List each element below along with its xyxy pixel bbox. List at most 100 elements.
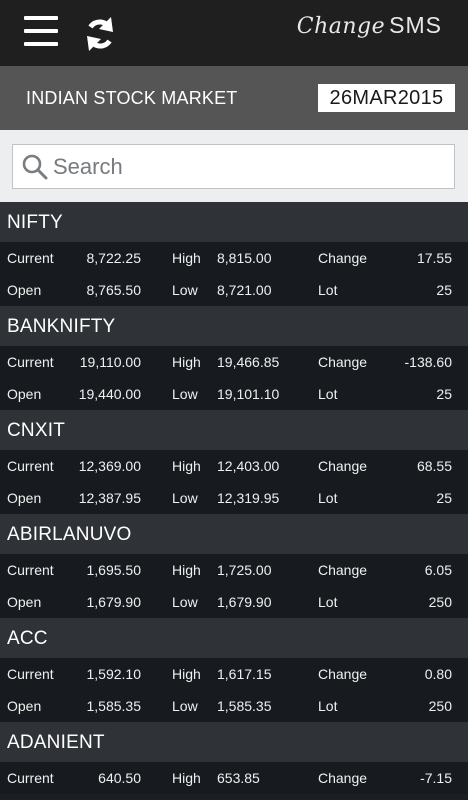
stock-row-open: Open 1,585.35 Low 1,585.35 Lot 250 xyxy=(0,690,468,722)
lot-label: Lot xyxy=(318,282,338,298)
lot-value: 25 xyxy=(436,282,452,298)
stock-item[interactable]: CNXIT Current 12,369.00 High 12,403.00 C… xyxy=(0,410,468,514)
current-value: 1,695.50 xyxy=(86,562,142,578)
change-label: Change xyxy=(318,250,368,266)
change-label: Change xyxy=(318,354,368,370)
low-label: Low xyxy=(172,594,198,610)
current-value: 640.50 xyxy=(98,770,141,786)
open-label: Open xyxy=(7,698,42,714)
brand-sms-text: SMS xyxy=(389,12,442,38)
change-label: Change xyxy=(318,770,368,786)
open-value: 1,585.35 xyxy=(86,698,142,714)
stock-name: ABIRLANUVO xyxy=(0,514,468,554)
open-label: Open xyxy=(7,282,42,298)
search-icon xyxy=(22,154,48,180)
stock-name: CNXIT xyxy=(0,410,468,450)
current-value: 19,110.00 xyxy=(79,354,141,370)
current-label: Current xyxy=(7,250,54,266)
stock-row-current: Current 1,695.50 High 1,725.00 Change 6.… xyxy=(0,554,468,586)
low-value: 1,585.35 xyxy=(217,698,272,714)
current-label: Current xyxy=(7,666,54,682)
lot-value: 25 xyxy=(436,386,452,402)
change-value: 6.05 xyxy=(424,562,452,578)
open-value: 8,765.50 xyxy=(86,282,142,298)
stock-row-current: Current 8,722.25 High 8,815.00 Change 17… xyxy=(0,242,468,274)
lot-value: 250 xyxy=(428,594,452,610)
current-label: Current xyxy=(7,458,54,474)
current-value: 1,592.10 xyxy=(86,666,142,682)
high-value: 12,403.00 xyxy=(217,458,280,474)
open-value: 19,440.00 xyxy=(78,386,141,402)
high-value: 19,466.85 xyxy=(217,354,280,370)
high-label: High xyxy=(172,458,201,474)
menu-icon[interactable] xyxy=(24,16,60,50)
open-label: Open xyxy=(7,594,42,610)
stock-name: BANKNIFTY xyxy=(0,306,468,346)
open-value: 1,679.90 xyxy=(86,594,142,610)
low-value: 19,101.10 xyxy=(217,386,280,402)
current-label: Current xyxy=(7,354,54,370)
current-label: Current xyxy=(7,562,54,578)
current-value: 8,722.25 xyxy=(86,250,142,266)
app-bar: Change SMS xyxy=(0,0,468,66)
high-value: 1,617.15 xyxy=(217,666,272,682)
stock-item[interactable]: NIFTY Current 8,722.25 High 8,815.00 Cha… xyxy=(0,202,468,306)
stock-name: ADANIENT xyxy=(0,722,468,762)
high-label: High xyxy=(172,562,201,578)
stock-list: NIFTY Current 8,722.25 High 8,815.00 Cha… xyxy=(0,202,468,800)
low-value: 12,319.95 xyxy=(217,490,280,506)
low-label: Low xyxy=(172,282,198,298)
high-label: High xyxy=(172,770,201,786)
stock-row-open: Open 19,440.00 Low 19,101.10 Lot 25 xyxy=(0,378,468,410)
change-value: 68.55 xyxy=(416,458,452,474)
high-value: 1,725.00 xyxy=(217,562,272,578)
change-label: Change xyxy=(318,562,368,578)
stock-item[interactable]: ADANIENT Current 640.50 High 653.85 Chan… xyxy=(0,722,468,800)
search-bar xyxy=(0,130,468,202)
open-value: 12,387.95 xyxy=(78,490,141,506)
change-value: -7.15 xyxy=(420,770,452,786)
stock-item[interactable]: ACC Current 1,592.10 High 1,617.15 Chang… xyxy=(0,618,468,722)
change-label: Change xyxy=(318,666,368,682)
search-field[interactable] xyxy=(12,144,455,189)
open-label: Open xyxy=(7,386,42,402)
high-label: High xyxy=(172,666,201,682)
high-value: 8,815.00 xyxy=(217,250,272,266)
stock-name: ACC xyxy=(0,618,468,658)
stock-name: NIFTY xyxy=(0,202,468,242)
low-label: Low xyxy=(172,490,198,506)
high-value: 653.85 xyxy=(217,770,260,786)
change-value: 0.80 xyxy=(424,666,452,682)
change-value: -138.60 xyxy=(404,354,452,370)
lot-label: Lot xyxy=(318,698,338,714)
current-label: Current xyxy=(7,770,54,786)
stock-item[interactable]: ABIRLANUVO Current 1,695.50 High 1,725.0… xyxy=(0,514,468,618)
open-label: Open xyxy=(7,490,42,506)
lot-value: 250 xyxy=(428,698,452,714)
refresh-icon[interactable] xyxy=(80,14,120,54)
search-input[interactable] xyxy=(53,145,448,188)
brand-script-text: Change xyxy=(296,14,386,39)
lot-label: Lot xyxy=(318,490,338,506)
low-value: 1,679.90 xyxy=(217,594,272,610)
change-label: Change xyxy=(318,458,368,474)
stock-row-current: Current 640.50 High 653.85 Change -7.15 xyxy=(0,762,468,794)
date-selector[interactable]: 26MAR2015 xyxy=(318,84,455,112)
low-value: 8,721.00 xyxy=(217,282,272,298)
low-label: Low xyxy=(172,698,198,714)
stock-row-current: Current 1,592.10 High 1,617.15 Change 0.… xyxy=(0,658,468,690)
stock-row-current: Current 12,369.00 High 12,403.00 Change … xyxy=(0,450,468,482)
stock-row-open: Open 8,765.50 Low 8,721.00 Lot 25 xyxy=(0,274,468,306)
lot-label: Lot xyxy=(318,594,338,610)
stock-row-current: Current 19,110.00 High 19,466.85 Change … xyxy=(0,346,468,378)
low-label: Low xyxy=(172,386,198,402)
high-label: High xyxy=(172,250,201,266)
change-value: 17.55 xyxy=(416,250,452,266)
brand-logo: Change SMS xyxy=(297,12,442,48)
lot-label: Lot xyxy=(318,386,338,402)
stock-row-open: Open 1,679.90 Low 1,679.90 Lot 250 xyxy=(0,586,468,618)
stock-item[interactable]: BANKNIFTY Current 19,110.00 High 19,466.… xyxy=(0,306,468,410)
current-value: 12,369.00 xyxy=(78,458,141,474)
page-title: INDIAN STOCK MARKET xyxy=(26,88,238,108)
high-label: High xyxy=(172,354,201,370)
